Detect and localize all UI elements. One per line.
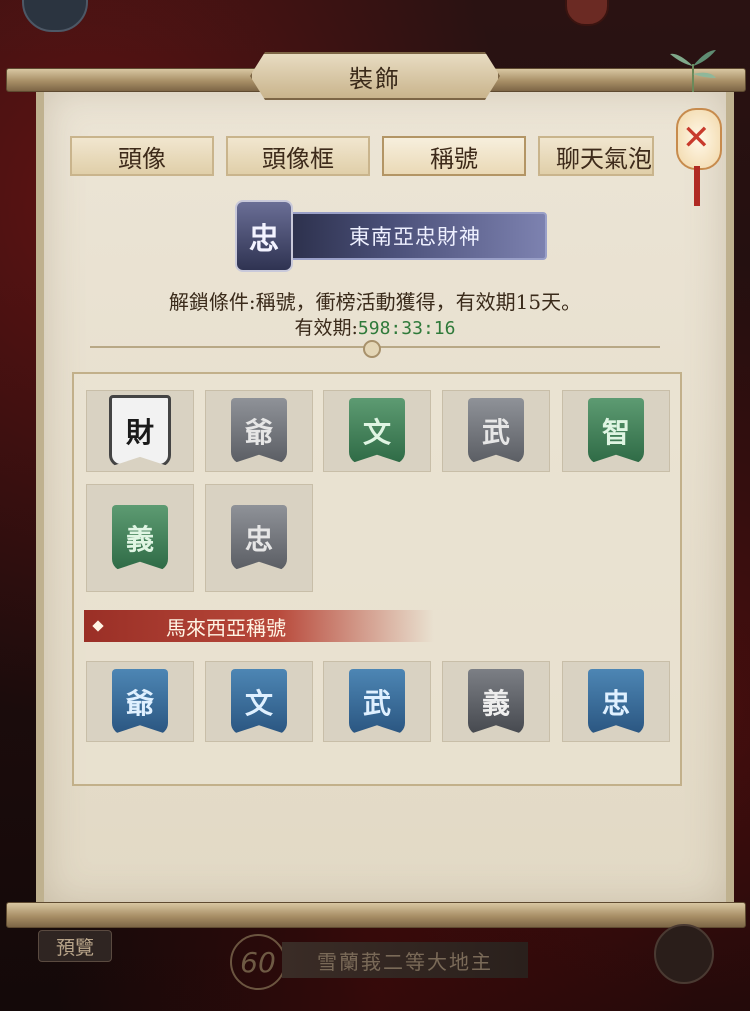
tab-title[interactable]: 稱號 <box>382 136 526 176</box>
malaysia-title-cell[interactable]: 爺 <box>86 661 194 742</box>
title-icon: 智 <box>588 398 644 464</box>
selected-title-badge: 東南亞忠財神 忠 <box>235 200 550 272</box>
malaysia-title-cell[interactable]: 文 <box>205 661 313 742</box>
window-title-plaque: 裝飾 <box>250 52 500 100</box>
expiry-label: 有效期: <box>294 317 358 339</box>
selected-title-emblem: 忠 <box>235 200 293 272</box>
expiry-timer: 598:33:16 <box>357 318 456 339</box>
title-cell-zhong[interactable]: 忠 <box>205 484 313 592</box>
title-icon: 爺 <box>231 398 287 464</box>
title-cell-ye[interactable]: 爺 <box>205 390 313 472</box>
title-cell-wu[interactable]: 武 <box>442 390 550 472</box>
malaysia-title-cell[interactable]: 武 <box>323 661 431 742</box>
window-title: 裝飾 <box>349 64 401 93</box>
title-icon: 武 <box>349 668 405 735</box>
title-icon: 文 <box>231 668 287 735</box>
title-cell-cai[interactable]: 財 <box>86 390 194 472</box>
unlock-condition: 解鎖條件:稱號，衝榜活動獲得，有效期15天。 <box>168 290 582 314</box>
close-icon[interactable]: ✕ <box>682 118 711 158</box>
divider-knob <box>363 340 381 358</box>
treasure-chest-icon[interactable] <box>654 924 714 984</box>
title-icon: 爺 <box>112 668 168 735</box>
title-cell-zhi[interactable]: 智 <box>562 390 670 472</box>
title-icon: 文 <box>349 398 405 464</box>
title-icon: 財 <box>109 395 171 467</box>
title-icon: 義 <box>112 505 168 571</box>
player-title: 雪蘭莪二等大地主 <box>282 942 528 978</box>
diamond-icon <box>92 620 104 632</box>
expiry-row: 有效期:598:33:16 <box>0 313 750 340</box>
scroll-rod-bottom <box>6 902 746 928</box>
title-cell-yi[interactable]: 義 <box>86 484 194 592</box>
title-icon: 忠 <box>231 505 287 571</box>
title-icon: 武 <box>468 398 524 464</box>
tab-avatar[interactable]: 頭像 <box>70 136 214 176</box>
bamboo-leaf-icon <box>670 50 716 92</box>
title-icon: 忠 <box>588 668 644 735</box>
preview-button[interactable]: 預覽 <box>38 930 112 962</box>
selected-title-name: 東南亞忠財神 <box>283 212 547 260</box>
title-icon: 義 <box>468 668 524 735</box>
section-label: 馬來西亞稱號 <box>166 615 286 640</box>
title-cell-wen[interactable]: 文 <box>323 390 431 472</box>
malaysia-title-cell[interactable]: 義 <box>442 661 550 742</box>
tab-chat-bubble[interactable]: 聊天氣泡 <box>538 136 654 176</box>
player-level: 60 <box>230 934 286 990</box>
tab-avatar-frame[interactable]: 頭像框 <box>226 136 370 176</box>
section-header-malaysia: 馬來西亞稱號 <box>84 610 434 642</box>
close-lantern-icon[interactable]: ✕ <box>670 96 722 206</box>
malaysia-title-cell[interactable]: 忠 <box>562 661 670 742</box>
lantern-tassel <box>694 166 700 206</box>
